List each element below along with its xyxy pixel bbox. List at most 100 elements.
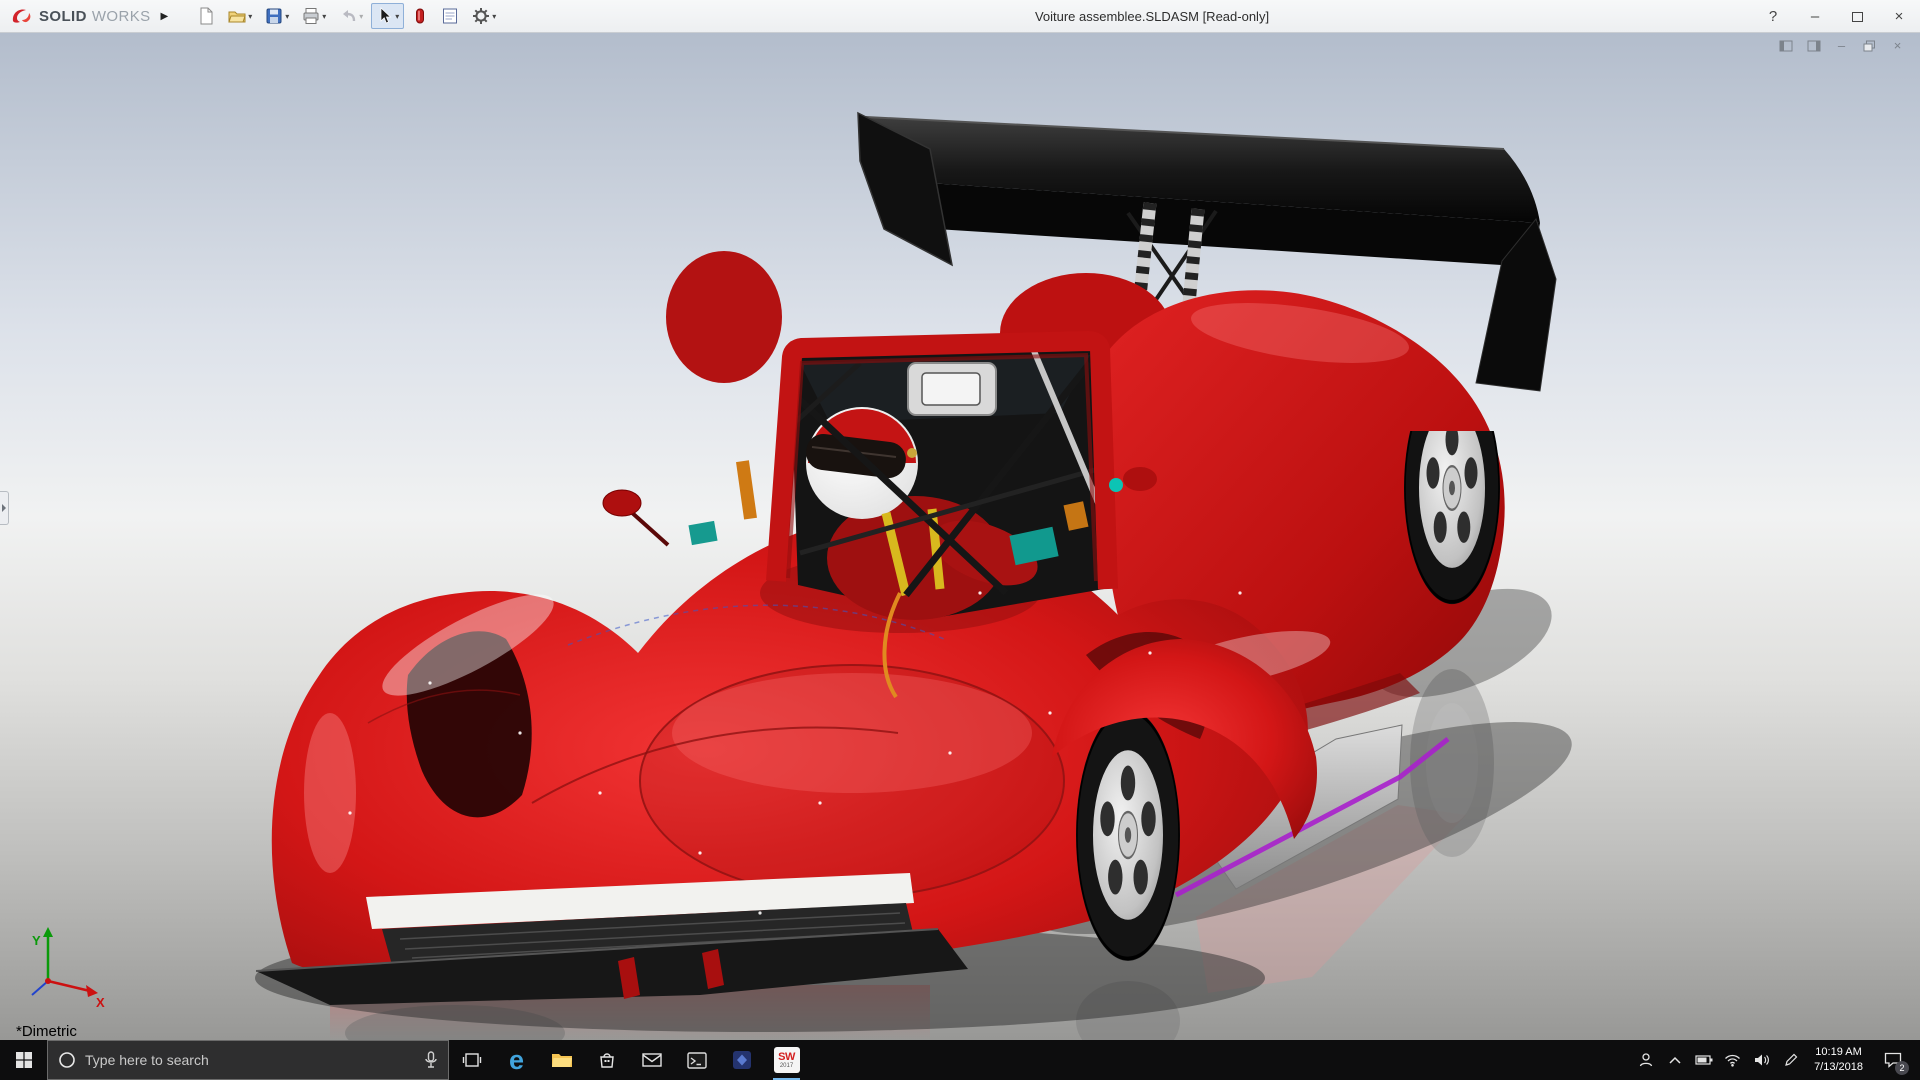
task-view-icon: [462, 1053, 481, 1067]
right-mirror: [1123, 467, 1157, 491]
save-button[interactable]: ▾: [260, 3, 294, 29]
view-orientation-label: *Dimetric: [16, 1023, 77, 1040]
left-rear-fairing: [666, 251, 782, 383]
taskbar-search[interactable]: [47, 1040, 449, 1080]
3d-scene[interactable]: Y X: [0, 33, 1920, 1040]
open-folder-icon: [228, 11, 246, 23]
brand-works-text: WORKS: [91, 7, 151, 25]
front-right-wheel[interactable]: [1076, 709, 1180, 961]
select-caret-icon: ▾: [395, 11, 400, 21]
open-caret-icon: ▾: [248, 11, 253, 21]
gear-icon: [473, 8, 490, 24]
options-caret-icon: ▾: [492, 11, 497, 21]
blue-app-button[interactable]: [719, 1040, 764, 1080]
print-button[interactable]: ▾: [297, 3, 331, 29]
clock-date: 7/13/2018: [1814, 1061, 1863, 1073]
microphone-icon[interactable]: [424, 1051, 438, 1069]
task-view-button[interactable]: [449, 1040, 494, 1080]
select-cursor-icon: [380, 7, 392, 24]
speaker-icon: [1754, 1054, 1769, 1066]
document-close-icon[interactable]: ×: [1889, 38, 1906, 53]
battery-button[interactable]: [1689, 1040, 1718, 1080]
maximize-icon: [1851, 11, 1863, 22]
close-button[interactable]: ×: [1878, 0, 1920, 33]
ds-logo-icon: [12, 9, 31, 23]
document-restore-icon[interactable]: [1861, 38, 1878, 53]
new-document-button[interactable]: [192, 3, 220, 29]
options-button[interactable]: ▾: [467, 3, 501, 29]
document-title: Voiture assemblee.SLDASM [Read-only]: [1034, 8, 1270, 24]
main-toolbar: ▾ ▾ ▾ ▾ ▾ ▾: [192, 3, 501, 29]
volume-button[interactable]: [1747, 1040, 1776, 1080]
menu-expand-icon[interactable]: ▶: [161, 11, 169, 22]
undo-icon: [343, 10, 356, 22]
people-icon: [1639, 1053, 1652, 1067]
wifi-icon: [1725, 1054, 1741, 1067]
console-window-icon: [686, 1051, 707, 1069]
document-minimize-icon[interactable]: –: [1833, 38, 1850, 53]
y-axis-label: Y: [32, 933, 41, 948]
cortana-icon: [59, 1052, 75, 1068]
solidworks-taskbar-button[interactable]: SW 2017: [764, 1040, 809, 1080]
left-mirror: [602, 489, 642, 517]
design-binder-button[interactable]: [436, 3, 464, 29]
visor-pivot: [907, 448, 917, 458]
minimize-button[interactable]: –: [1794, 0, 1836, 33]
notification-badge: 2: [1895, 1061, 1909, 1075]
graphics-viewport[interactable]: – × Y X *Dimetric: [0, 33, 1920, 1040]
window-controls: ? – ×: [1752, 0, 1920, 33]
store-bag-icon: [599, 1053, 614, 1068]
select-tool-button[interactable]: ▾: [371, 3, 405, 29]
clock-time: 10:19 AM: [1815, 1046, 1862, 1059]
file-explorer-button[interactable]: [539, 1040, 584, 1080]
search-input[interactable]: [85, 1052, 415, 1068]
solidworks-2017-icon: SW 2017: [773, 1047, 800, 1073]
action-center-button[interactable]: 2: [1872, 1040, 1914, 1080]
design-binder-icon: [443, 8, 458, 24]
app-blue-icon: [732, 1051, 751, 1069]
file-explorer-icon: [551, 1054, 572, 1067]
print-caret-icon: ▾: [322, 11, 327, 21]
brand-solid-text: SOLID: [39, 7, 87, 25]
appearance-button[interactable]: [407, 3, 433, 29]
document-window-controls: – ×: [1777, 38, 1906, 53]
network-button[interactable]: [1718, 1040, 1747, 1080]
expand-panel-icon: [2, 504, 6, 512]
pen-button[interactable]: [1776, 1040, 1805, 1080]
roof-intake: [907, 362, 997, 416]
new-document-icon: [200, 7, 213, 25]
maximize-button[interactable]: [1836, 0, 1878, 33]
console-button[interactable]: [674, 1040, 719, 1080]
start-button[interactable]: [0, 1040, 47, 1080]
save-icon: [266, 8, 282, 24]
open-button[interactable]: ▾: [223, 3, 257, 29]
edge-button[interactable]: e: [494, 1040, 539, 1080]
feature-manager-collapsed-tab[interactable]: [0, 491, 9, 525]
pen-icon: [1784, 1053, 1797, 1066]
battery-icon: [1694, 1055, 1713, 1065]
windows-taskbar: e: [0, 1040, 1920, 1080]
x-axis-label: X: [96, 995, 105, 1010]
system-tray: 10:19 AM 7/13/2018 2: [1631, 1040, 1920, 1080]
edge-icon: e: [508, 1044, 525, 1075]
solidworks-logo: SOLID WORKS: [0, 5, 159, 27]
appearance-icon: [416, 8, 425, 24]
print-icon: [303, 8, 319, 24]
people-button[interactable]: [1631, 1040, 1660, 1080]
mail-icon: [641, 1053, 662, 1067]
mail-button[interactable]: [629, 1040, 674, 1080]
windows-logo-icon: [15, 1052, 32, 1068]
undo-caret-icon: ▾: [359, 11, 364, 21]
titlebar: SOLID WORKS ▶ ▾ ▾ ▾ ▾ ▾ ▾ Voiture assemb…: [0, 0, 1920, 33]
help-button[interactable]: ?: [1752, 0, 1794, 33]
undo-button[interactable]: ▾: [334, 3, 368, 29]
pane-right-icon[interactable]: [1805, 38, 1822, 53]
chevron-up-icon: [1669, 1056, 1681, 1064]
taskbar-apps: e SW 2017: [449, 1040, 809, 1080]
save-caret-icon: ▾: [285, 11, 290, 21]
store-button[interactable]: [584, 1040, 629, 1080]
taskbar-clock[interactable]: 10:19 AM 7/13/2018: [1805, 1045, 1872, 1075]
tray-expand-button[interactable]: [1660, 1040, 1689, 1080]
teal-dot: [1109, 478, 1123, 492]
pane-left-icon[interactable]: [1777, 38, 1794, 53]
